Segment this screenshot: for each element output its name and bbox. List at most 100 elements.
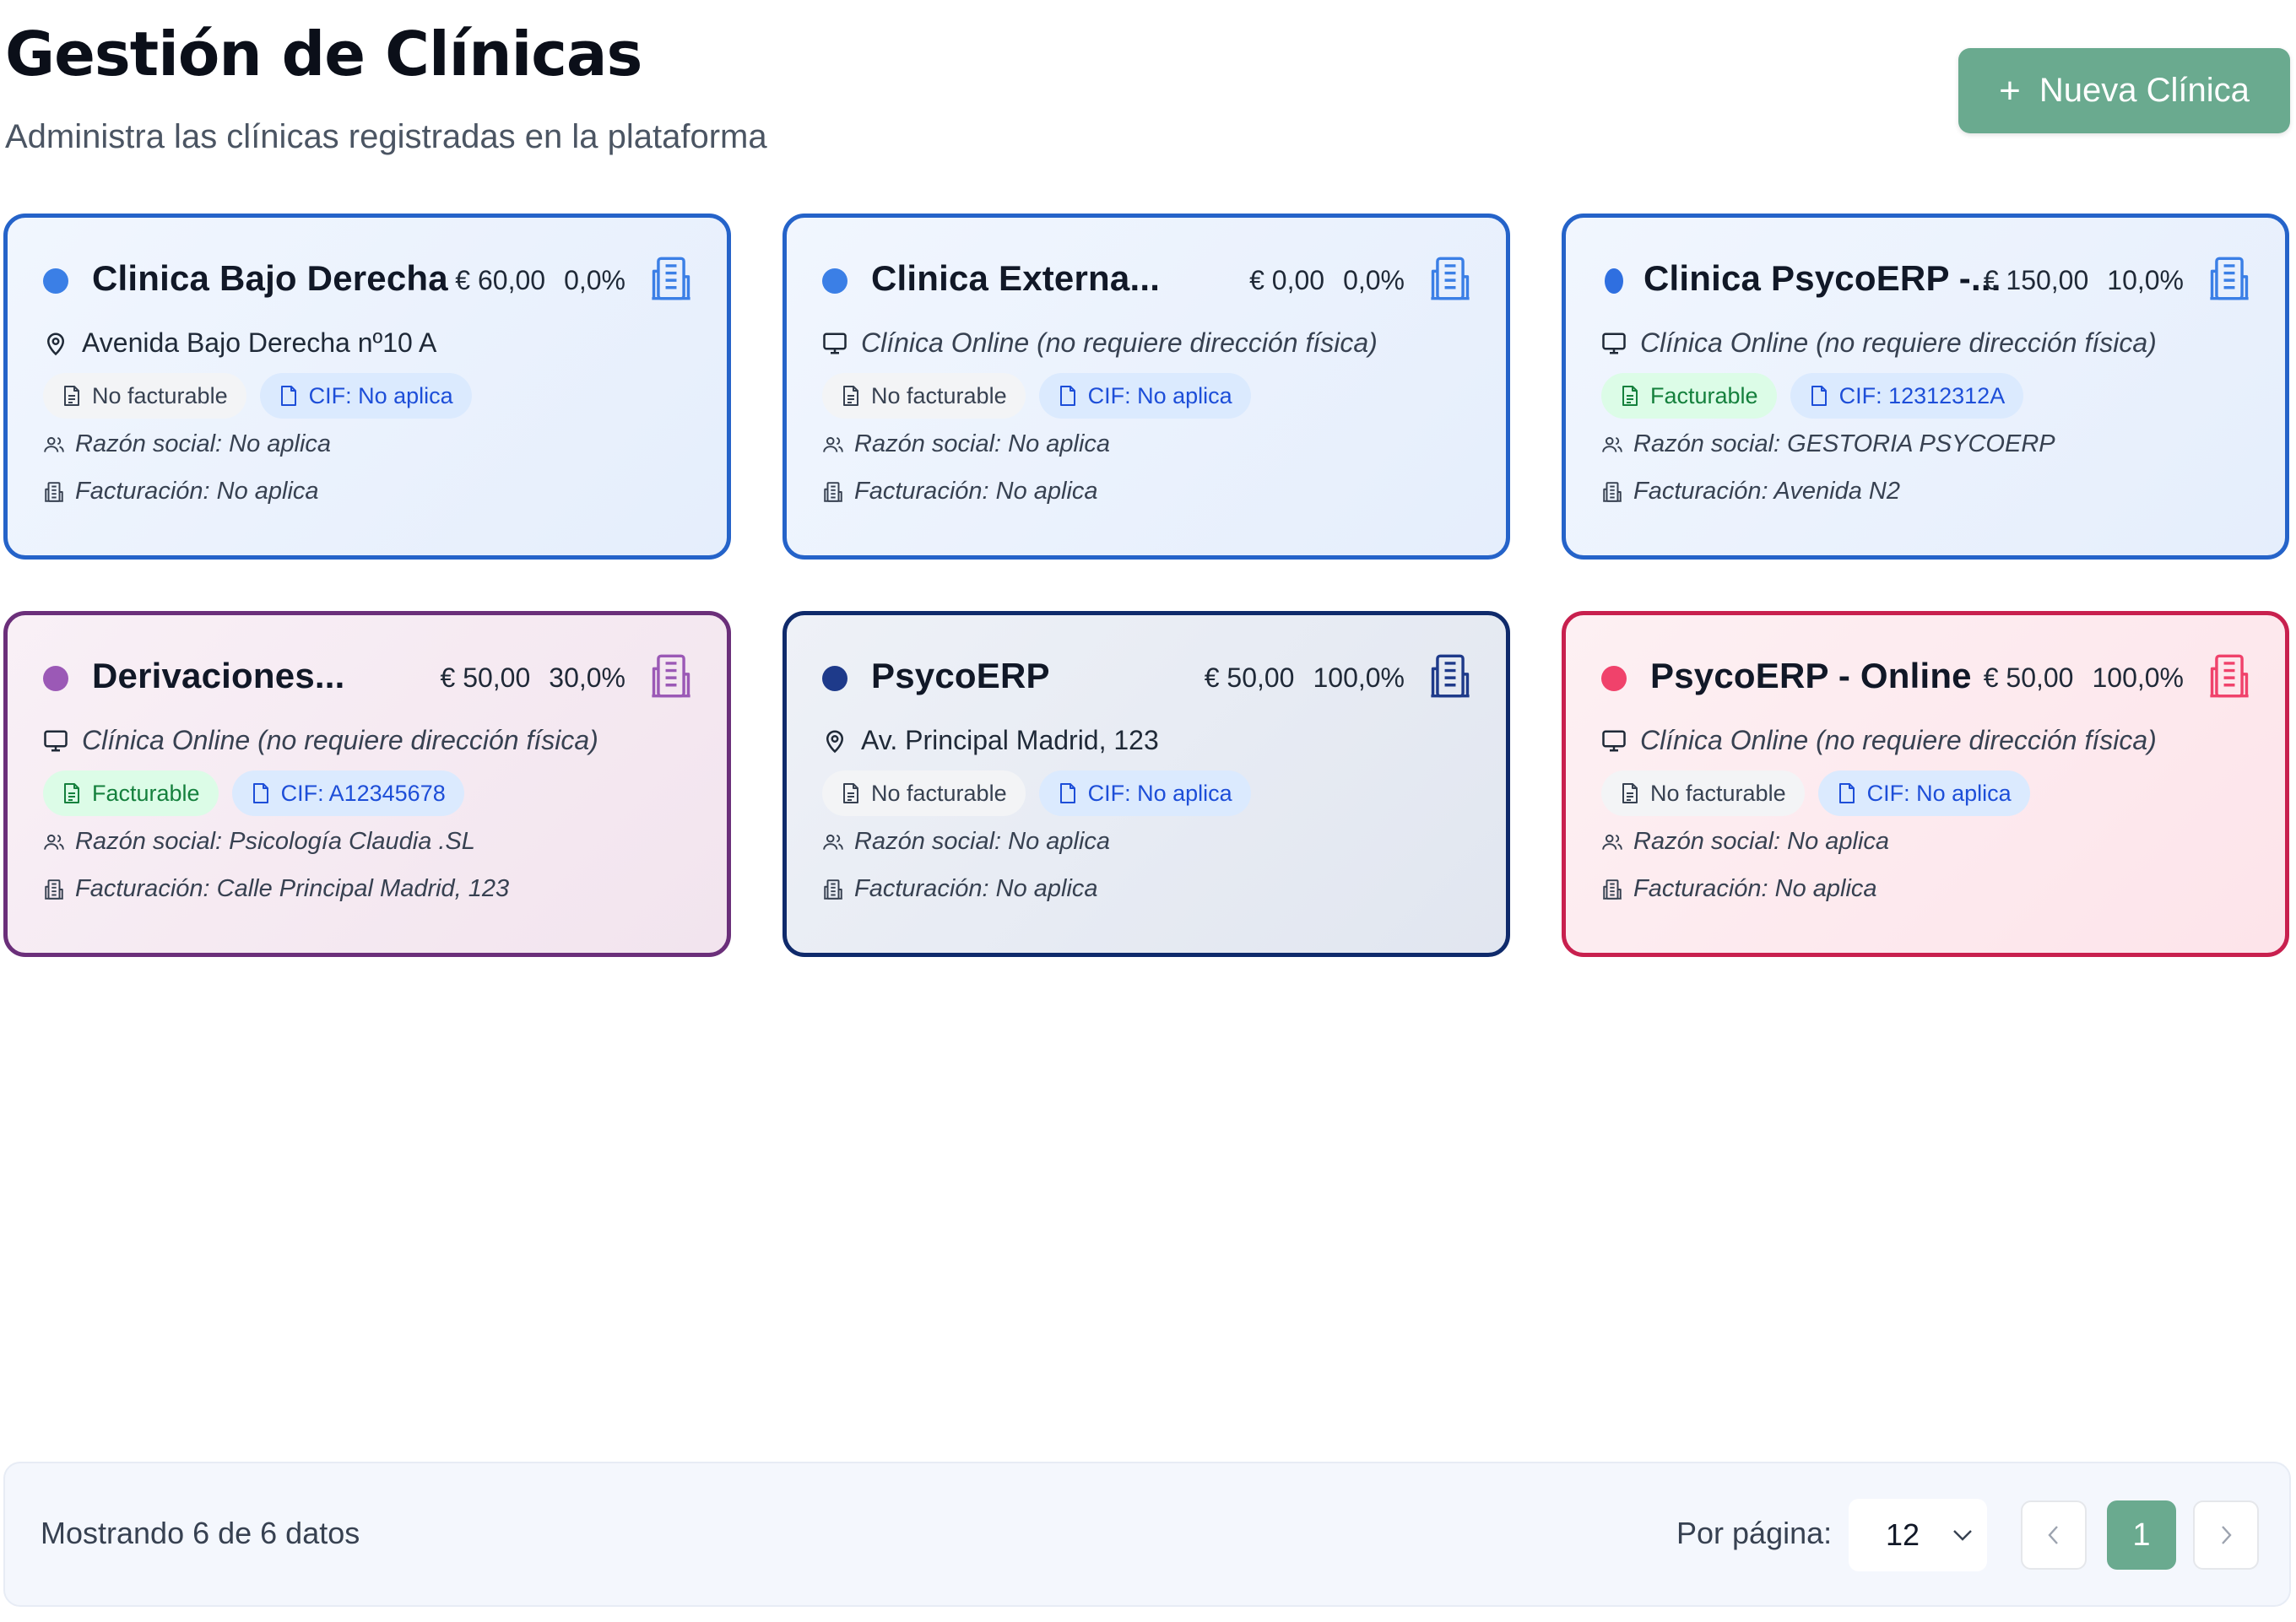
- file-icon: [279, 385, 299, 407]
- location-pin-icon: [43, 331, 68, 356]
- cif-text: CIF: A12345678: [280, 780, 446, 806]
- clinic-percent: 100,0%: [1313, 662, 1405, 693]
- clinic-color-dot: [43, 666, 68, 691]
- clinic-color-dot: [1605, 268, 1623, 294]
- razon-social-text: Razón social: No aplica: [75, 430, 332, 457]
- cif-text: CIF: No aplica: [1087, 382, 1232, 408]
- facturacion-text: Facturación: No aplica: [854, 478, 1098, 505]
- clinic-name: PsycoERP - Online: [1650, 656, 1972, 695]
- building-small-icon: [43, 879, 65, 900]
- clinic-address: Clínica Online (no requiere dirección fí…: [43, 725, 598, 756]
- razon-social: Razón social: No aplica: [43, 430, 331, 458]
- clinic-price: € 50,00: [440, 662, 531, 693]
- razon-social-text: Razón social: GESTORIA PSYCOERP: [1633, 430, 2055, 457]
- billing-status-badge: No facturable: [43, 373, 246, 419]
- clinic-name: Clinica Externa...: [871, 258, 1161, 298]
- per-page-label: Por página:: [1676, 1516, 1833, 1550]
- document-icon: [1620, 385, 1640, 407]
- razon-social-text: Razón social: No aplica: [854, 828, 1111, 855]
- clinic-stats: € 0,00 0,0%: [1249, 265, 1405, 296]
- facturacion-text: Facturación: No aplica: [854, 875, 1098, 902]
- billing-status-text: No facturable: [1650, 780, 1786, 806]
- cif-text: CIF: 12312312A: [1838, 382, 2006, 408]
- clinic-stats: € 50,00 100,0%: [1205, 662, 1405, 694]
- building-icon: [2207, 255, 2251, 302]
- file-icon: [1058, 385, 1078, 407]
- clinic-percent: 0,0%: [1343, 265, 1405, 295]
- clinic-card[interactable]: Clinica PsycoERP -... € 150,00 10,0% Clín…: [1562, 214, 2289, 560]
- clinic-stats: € 50,00 100,0%: [1984, 662, 2184, 694]
- clinic-percent: 30,0%: [549, 662, 625, 693]
- users-icon: [43, 831, 65, 853]
- monitor-icon: [1601, 331, 1627, 356]
- billing-status-badge: Facturable: [1601, 373, 1777, 419]
- users-icon: [822, 434, 844, 456]
- users-icon: [822, 831, 844, 853]
- per-page-select[interactable]: 12: [1849, 1499, 1987, 1571]
- pagination-bar: Mostrando 6 de 6 datos Por página: 12 1: [3, 1462, 2291, 1607]
- file-icon: [251, 782, 271, 804]
- cif-badge: CIF: No aplica: [259, 373, 472, 419]
- facturacion: Facturación: No aplica: [822, 478, 1098, 506]
- document-icon: [841, 782, 861, 804]
- billing-status-badge: No facturable: [1601, 770, 1805, 816]
- document-icon: [841, 385, 861, 407]
- clinic-card[interactable]: Clinica Externa... € 0,00 0,0% Clínica On…: [782, 214, 1510, 560]
- facturacion: Facturación: No aplica: [822, 875, 1098, 903]
- chevron-down-icon: [1953, 1530, 1972, 1541]
- document-icon: [62, 385, 82, 407]
- clinic-color-dot: [43, 268, 68, 294]
- clinic-color-dot: [822, 666, 847, 691]
- file-icon: [1058, 782, 1078, 804]
- results-count: Mostrando 6 de 6 datos: [41, 1516, 360, 1550]
- cif-badge: CIF: 12312312A: [1790, 373, 2024, 419]
- building-icon: [2207, 652, 2251, 700]
- cif-badge: CIF: A12345678: [231, 770, 464, 816]
- clinic-address: Av. Principal Madrid, 123: [822, 725, 1159, 756]
- clinic-card[interactable]: PsycoERP € 50,00 100,0% Av. Principal Mad…: [782, 611, 1510, 957]
- billing-status-text: No facturable: [871, 780, 1007, 806]
- file-icon: [1837, 782, 1857, 804]
- clinic-color-dot: [822, 268, 847, 294]
- building-icon: [1428, 652, 1472, 700]
- clinic-name: Derivaciones...: [92, 656, 345, 695]
- cif-text: CIF: No aplica: [1866, 780, 2012, 806]
- billing-status-text: No facturable: [92, 382, 228, 408]
- clinic-percent: 0,0%: [564, 265, 625, 295]
- prev-page-button[interactable]: [2021, 1500, 2087, 1570]
- cif-text: CIF: No aplica: [1087, 780, 1232, 806]
- clinic-address-text: Av. Principal Madrid, 123: [861, 725, 1159, 755]
- next-page-button[interactable]: [2193, 1500, 2259, 1570]
- billing-status-text: Facturable: [92, 780, 200, 806]
- page-number-button[interactable]: 1: [2107, 1500, 2176, 1570]
- document-icon: [1620, 782, 1640, 804]
- clinic-name: Clinica PsycoERP -...: [1643, 258, 2001, 298]
- new-clinic-label: Nueva Clínica: [2039, 72, 2250, 109]
- clinic-address: Clínica Online (no requiere dirección fí…: [1601, 725, 2157, 756]
- clinic-card[interactable]: Clinica Bajo Derecha € 60,00 0,0% Avenida…: [3, 214, 731, 560]
- facturacion: Facturación: No aplica: [43, 478, 319, 506]
- facturacion: Facturación: Calle Principal Madrid, 123: [43, 875, 509, 903]
- chevron-left-icon: [2048, 1526, 2058, 1544]
- razon-social-text: Razón social: No aplica: [854, 430, 1111, 457]
- billing-status-text: No facturable: [871, 382, 1007, 408]
- clinic-address-text: Clínica Online (no requiere dirección fí…: [861, 327, 1378, 358]
- plus-icon: +: [1999, 69, 2021, 111]
- clinic-name: PsycoERP: [871, 656, 1050, 695]
- cif-badge: CIF: No aplica: [1038, 770, 1251, 816]
- clinic-address: Avenida Bajo Derecha nº10 A: [43, 327, 436, 359]
- razon-social-text: Razón social: No aplica: [1633, 828, 1890, 855]
- cif-badge: CIF: No aplica: [1038, 373, 1251, 419]
- razon-social: Razón social: GESTORIA PSYCOERP: [1601, 430, 2055, 458]
- razon-social-text: Razón social: Psicología Claudia .SL: [75, 828, 475, 855]
- clinic-stats: € 150,00 10,0%: [1984, 265, 2184, 296]
- clinic-percent: 100,0%: [2092, 662, 2184, 693]
- new-clinic-button[interactable]: + Nueva Clínica: [1958, 48, 2290, 133]
- clinic-card[interactable]: Derivaciones... € 50,00 30,0% Clínica Onl…: [3, 611, 731, 957]
- cif-badge: CIF: No aplica: [1817, 770, 2030, 816]
- clinic-card[interactable]: PsycoERP - Online € 50,00 100,0% Clínica …: [1562, 611, 2289, 957]
- page-subtitle: Administra las clínicas registradas en l…: [5, 118, 767, 155]
- facturacion: Facturación: Avenida N2: [1601, 478, 1900, 506]
- razon-social: Razón social: Psicología Claudia .SL: [43, 828, 475, 856]
- clinic-price: € 50,00: [1204, 662, 1295, 693]
